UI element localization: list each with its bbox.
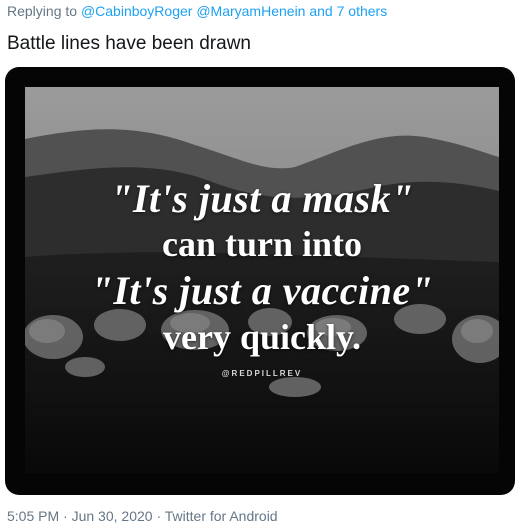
reply-prefix: Replying to bbox=[7, 3, 78, 19]
meme-line-1: "It's just a mask" bbox=[110, 176, 414, 221]
tweet-date-link[interactable]: Jun 30, 2020 bbox=[72, 508, 153, 524]
tweet-media[interactable]: "It's just a mask" can turn into "It's j… bbox=[5, 67, 515, 495]
reply-user-link[interactable]: @MaryamHenein bbox=[196, 3, 305, 19]
meme-image: "It's just a mask" can turn into "It's j… bbox=[25, 87, 499, 473]
meme-line-2: can turn into bbox=[161, 224, 363, 264]
meme-line-4: very quickly. bbox=[162, 317, 362, 357]
reply-others-link[interactable]: and 7 others bbox=[309, 3, 387, 19]
tweet-source: Twitter for Android bbox=[164, 508, 278, 524]
separator: · bbox=[63, 508, 68, 524]
tweet-time-link[interactable]: 5:05 PM bbox=[7, 508, 59, 524]
meme-watermark: @REDPILLREV bbox=[221, 369, 303, 378]
separator: · bbox=[156, 508, 162, 524]
reply-user-link[interactable]: @CabinboyRoger bbox=[81, 3, 193, 19]
meme-line-3: "It's just a vaccine" bbox=[90, 268, 434, 313]
tweet-metadata: 5:05 PM · Jun 30, 2020 · Twitter for And… bbox=[7, 508, 278, 524]
tweet-text: Battle lines have been drawn bbox=[7, 33, 251, 54]
reply-context: Replying to @CabinboyRoger @MaryamHenein… bbox=[7, 3, 387, 19]
